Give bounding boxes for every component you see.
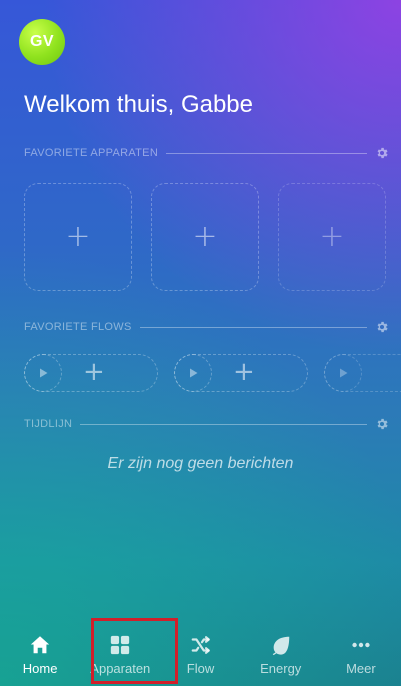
timeline-empty-message: Er zijn nog geen berichten xyxy=(107,455,294,472)
add-favorite-device-tile[interactable]: + xyxy=(278,183,386,291)
add-icon: + xyxy=(65,219,91,254)
nav-item-apparaten[interactable]: Apparaten xyxy=(80,618,160,686)
gear-icon[interactable] xyxy=(375,146,389,160)
nav-label-energy: Energy xyxy=(260,661,302,676)
section-header-favorite-flows: FAVORIETE FLOWS xyxy=(24,318,389,336)
gear-icon[interactable] xyxy=(375,320,389,334)
section-header-timeline: TIJDLIJN xyxy=(24,415,389,433)
add-favorite-flow-tile[interactable]: + xyxy=(173,353,308,392)
section-title-favorite-devices: FAVORIETE APPARATEN xyxy=(24,147,159,159)
divider xyxy=(166,152,367,154)
nav-label-home: Home xyxy=(22,661,58,676)
section-title-favorite-flows: FAVORIETE FLOWS xyxy=(24,321,132,333)
add-icon: + xyxy=(319,219,345,254)
play-icon xyxy=(323,353,362,392)
nav-item-energy[interactable]: Energy xyxy=(241,618,321,686)
nav-label-flow: Flow xyxy=(186,661,215,676)
play-icon xyxy=(173,353,212,392)
grid-icon xyxy=(109,634,131,656)
divider xyxy=(139,326,367,328)
nav-label-apparaten: Apparaten xyxy=(90,661,151,676)
nav-label-meer: Meer xyxy=(346,661,376,676)
play-icon xyxy=(23,353,62,392)
divider xyxy=(80,423,367,425)
home-screen: GV Welkom thuis, Gabbe FAVORIETE APPARAT… xyxy=(0,0,401,686)
add-favorite-flow-tile[interactable]: + xyxy=(23,353,158,392)
nav-item-meer[interactable]: Meer xyxy=(321,618,401,686)
page-title: Welkom thuis, Gabbe xyxy=(24,91,253,118)
bottom-nav: Home Apparaten Flow Energy Meer xyxy=(0,618,401,686)
home-icon xyxy=(29,634,51,656)
add-icon: + xyxy=(83,357,105,387)
add-icon: + xyxy=(233,357,255,387)
nav-item-home[interactable]: Home xyxy=(0,618,80,686)
avatar[interactable]: GV xyxy=(19,19,65,65)
add-favorite-device-tile[interactable]: + xyxy=(151,183,259,291)
section-title-timeline: TIJDLIJN xyxy=(24,418,73,430)
more-icon xyxy=(350,634,372,656)
shuffle-icon xyxy=(190,634,212,656)
section-header-favorite-devices: FAVORIETE APPARATEN xyxy=(24,144,389,162)
nav-item-flow[interactable]: Flow xyxy=(160,618,240,686)
leaf-icon xyxy=(270,634,292,656)
add-favorite-device-tile[interactable]: + xyxy=(24,183,132,291)
add-icon: + xyxy=(192,219,218,254)
gear-icon[interactable] xyxy=(375,417,389,431)
add-favorite-flow-tile[interactable] xyxy=(323,353,401,392)
